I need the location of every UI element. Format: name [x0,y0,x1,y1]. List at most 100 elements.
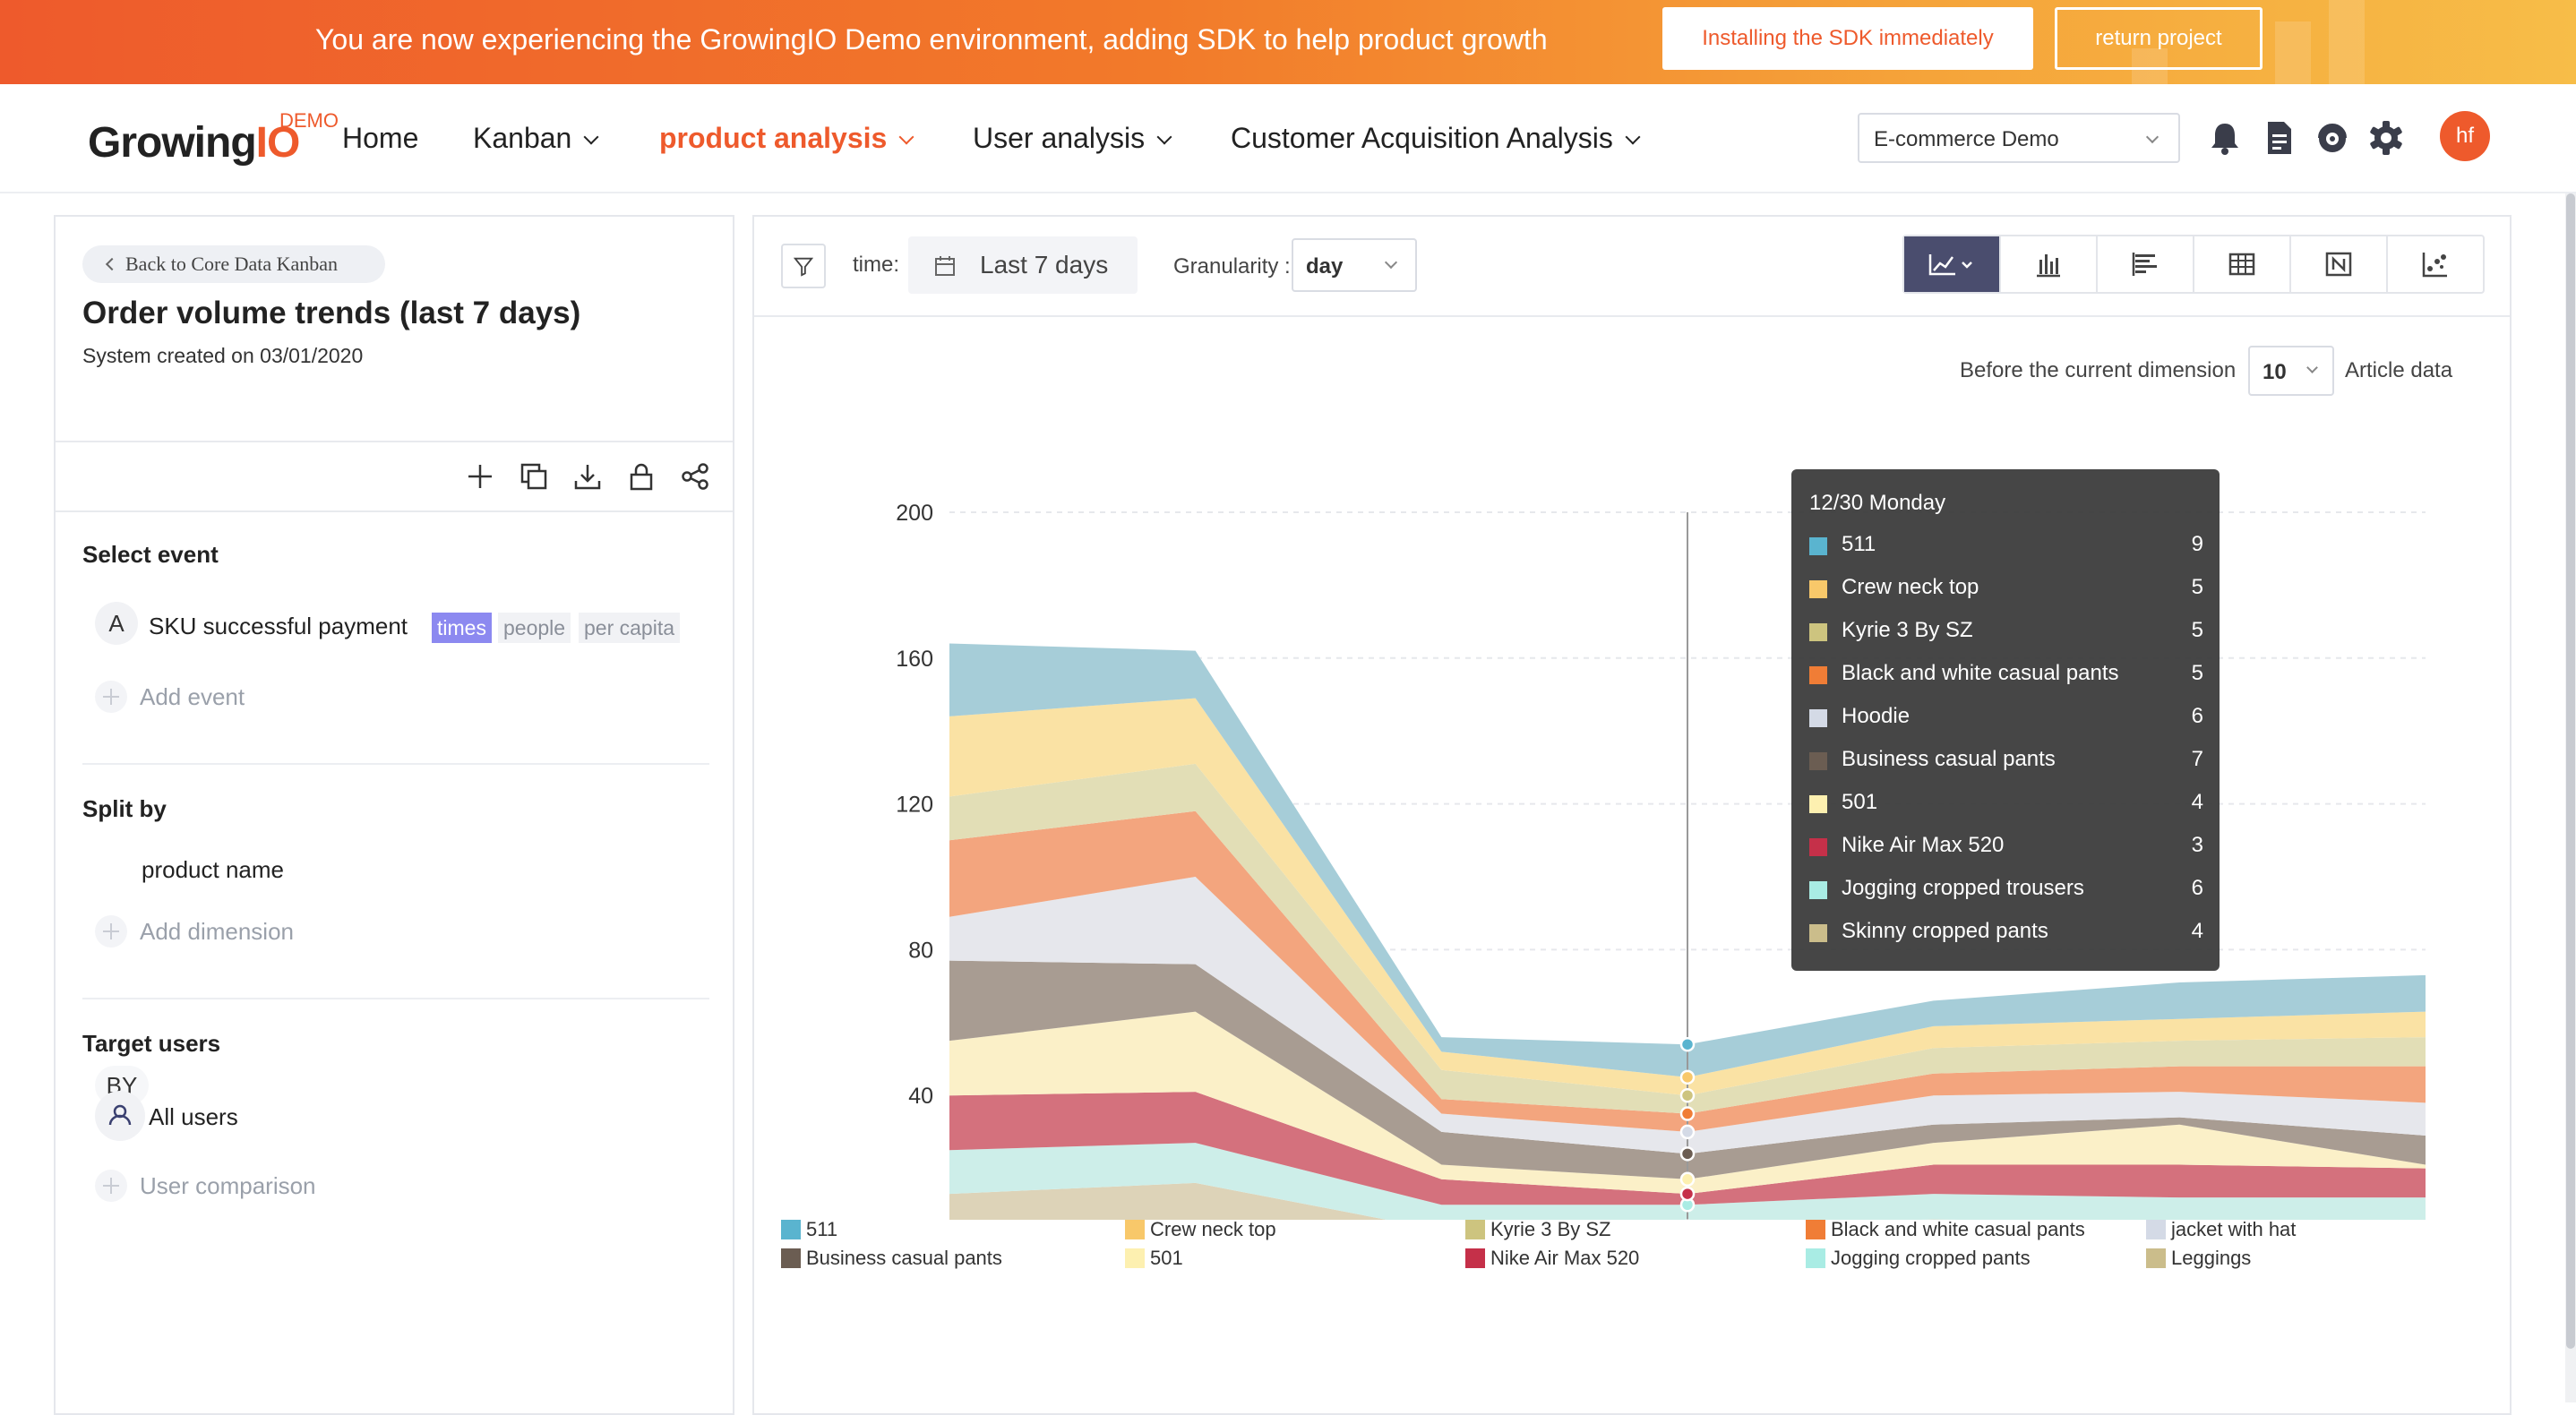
project-select[interactable]: E-commerce Demo [1858,113,2180,163]
tooltip-row: Kyrie 3 By SZ 5 [1809,616,2203,652]
event-name[interactable]: SKU successful payment [149,613,408,640]
legend-swatch [1125,1220,1145,1239]
install-sdk-button[interactable]: Installing the SDK immediately [1662,7,2033,70]
download-icon[interactable] [571,460,604,493]
nav-user-analysis-label: User analysis [973,122,1146,154]
avatar[interactable]: hf [2440,111,2490,161]
select-event-title: Select event [82,541,219,568]
metric-tab-people[interactable]: people [498,613,571,643]
page-title: Order volume trends (last 7 days) [82,296,581,330]
add-event-button[interactable]: Add event [95,681,245,715]
granularity-label: Granularity : [1173,254,1291,279]
bar-chart-view-button[interactable] [1999,236,2096,292]
granularity-select[interactable]: day [1292,238,1417,292]
legend-item[interactable]: Crew neck top [1125,1218,1276,1241]
legend-label: 501 [1150,1247,1183,1269]
legend-item[interactable]: Jogging cropped pants [1806,1247,2031,1270]
bell-icon[interactable] [2205,118,2245,158]
table-icon [2228,253,2255,276]
divider [82,998,709,999]
tooltip-row: Business casual pants 7 [1809,745,2203,781]
scrollbar-thumb[interactable] [2566,193,2575,1349]
legend-item[interactable]: 501 [1125,1247,1183,1270]
legend-item[interactable]: jacket with hat [2146,1218,2296,1241]
chevron-left-icon [105,257,119,271]
plus-icon[interactable] [464,460,496,493]
tooltip-series-value: 4 [2191,790,2203,814]
created-date: System created on 03/01/2020 [82,344,364,367]
legend-swatch [1125,1248,1145,1268]
table-view-button[interactable] [2193,236,2289,292]
back-to-kanban-button[interactable]: Back to Core Data Kanban [82,245,385,283]
target-users-title: Target users [82,1030,221,1057]
legend-label: Business casual pants [806,1247,1002,1269]
project-select-value: E-commerce Demo [1874,127,2059,151]
legend-label: Black and white casual pants [1831,1218,2085,1240]
legend-swatch [2146,1220,2166,1239]
horizontal-bar-view-button[interactable] [2096,236,2193,292]
nav-kanban[interactable]: Kanban [473,122,599,155]
legend-item[interactable]: Kyrie 3 By SZ [1465,1218,1610,1241]
legend-item[interactable]: 511 [781,1218,837,1241]
divider [754,315,2510,317]
legend-label: jacket with hat [2171,1218,2297,1240]
chevron-down-icon [2306,362,2318,373]
legend-item[interactable]: Black and white casual pants [1806,1218,2085,1241]
y-tick-label: 200 [896,501,933,526]
headset-icon[interactable] [2313,118,2352,158]
divider [56,510,733,512]
page-scrollbar[interactable] [2565,193,2576,1402]
nav-home[interactable]: Home [342,122,418,155]
filter-button[interactable] [781,244,826,288]
number-view-button[interactable] [2289,236,2386,292]
line-chart-view-button[interactable] [1904,236,1999,292]
nav-customer-acquisition[interactable]: Customer Acquisition Analysis [1231,122,1641,155]
tooltip-series-value: 5 [2191,575,2203,599]
add-dimension-button[interactable]: Add dimension [95,915,294,949]
back-label: Back to Core Data Kanban [125,253,339,275]
metric-tab-times[interactable]: times [432,613,492,643]
chevron-down-icon [1384,255,1398,270]
tooltip-swatch [1809,752,1827,770]
tooltip-row: Nike Air Max 520 3 [1809,831,2203,867]
document-icon[interactable] [2259,118,2298,158]
legend-label: Jogging cropped pants [1831,1247,2031,1269]
target-users-value[interactable]: All users [149,1103,238,1131]
legend-item[interactable]: Leggings [2146,1247,2251,1270]
legend-item[interactable]: Nike Air Max 520 [1465,1247,1639,1270]
hover-point [1679,1069,1696,1085]
metric-tab-per-capita[interactable]: per capita [579,613,681,643]
gear-icon[interactable] [2366,118,2406,158]
legend-swatch [1806,1220,1825,1239]
nav-product-analysis[interactable]: product analysis [659,122,914,155]
scatter-view-button[interactable] [2386,236,2483,292]
legend-swatch [781,1220,801,1239]
demo-banner: You are now experiencing the GrowingIO D… [0,0,2576,84]
growingio-logo[interactable]: GrowingIO [88,118,300,167]
copy-icon[interactable] [518,460,550,493]
lock-icon[interactable] [625,460,657,493]
legend-item[interactable]: Business casual pants [781,1247,1002,1270]
return-project-button[interactable]: return project [2055,7,2263,70]
topn-suffix: Article data [2345,358,2453,382]
time-range-picker[interactable]: Last 7 days [908,236,1138,294]
top-navigation: GrowingIO DEMO Home Kanban product analy… [0,84,2576,193]
topn-value: 10 [2263,360,2287,384]
nav-user-analysis[interactable]: User analysis [973,122,1172,155]
topn-select[interactable]: 10 [2248,346,2334,396]
legend-label: 511 [806,1218,838,1240]
chevron-down-icon [2145,130,2160,144]
tooltip-row: 511 9 [1809,530,2203,566]
add-dimension-label: Add dimension [140,917,294,945]
hover-point [1679,1087,1696,1103]
legend-label: Kyrie 3 By SZ [1490,1218,1611,1240]
time-range-value: Last 7 days [980,251,1109,279]
tooltip-series-name: Black and white casual pants [1842,661,2119,685]
split-dimension[interactable]: product name [142,856,284,884]
share-icon[interactable] [679,460,711,493]
tooltip-swatch [1809,623,1827,641]
tooltip-swatch [1809,838,1827,856]
user-comparison-button[interactable]: User comparison [95,1170,316,1204]
tooltip-swatch [1809,881,1827,899]
tooltip-swatch [1809,709,1827,727]
